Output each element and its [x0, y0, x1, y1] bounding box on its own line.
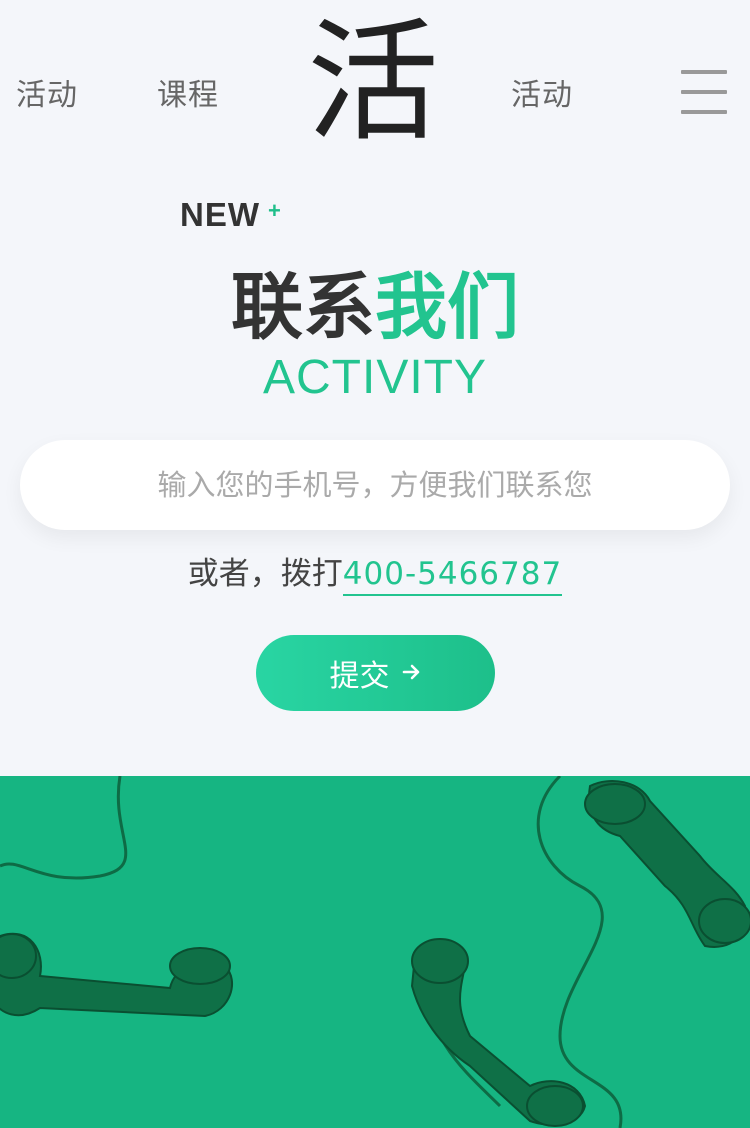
new-badge-plus: +	[268, 198, 281, 223]
page-subtitle: ACTIVITY	[262, 351, 488, 404]
title-green-part: 我们	[375, 265, 520, 349]
phone-number-link[interactable]: 400-5466787	[342, 556, 563, 596]
submit-label: 提交	[329, 659, 390, 694]
title-dark-part: 联系	[230, 265, 375, 349]
logo[interactable]: 活	[303, 8, 443, 158]
nav-item-activity-2[interactable]: 活动	[511, 70, 573, 114]
telephone-banner-image	[0, 776, 750, 1128]
phone-input[interactable]	[20, 440, 730, 530]
call-prefix: 或者，拨打	[187, 556, 343, 592]
nav-item-courses[interactable]: 课程	[157, 70, 219, 114]
telephone-handset-icon	[0, 932, 234, 1018]
nav-item-activity-1[interactable]: 活动	[16, 70, 78, 114]
arrow-right-icon	[402, 659, 422, 687]
new-badge: NEW	[180, 196, 260, 233]
hamburger-menu-icon[interactable]	[681, 68, 727, 116]
call-line: 或者，拨打400-5466787	[0, 548, 750, 596]
submit-button[interactable]: 提交	[256, 635, 495, 711]
page-title: 联系我们	[0, 262, 750, 352]
telephone-handset-icon	[584, 780, 750, 948]
